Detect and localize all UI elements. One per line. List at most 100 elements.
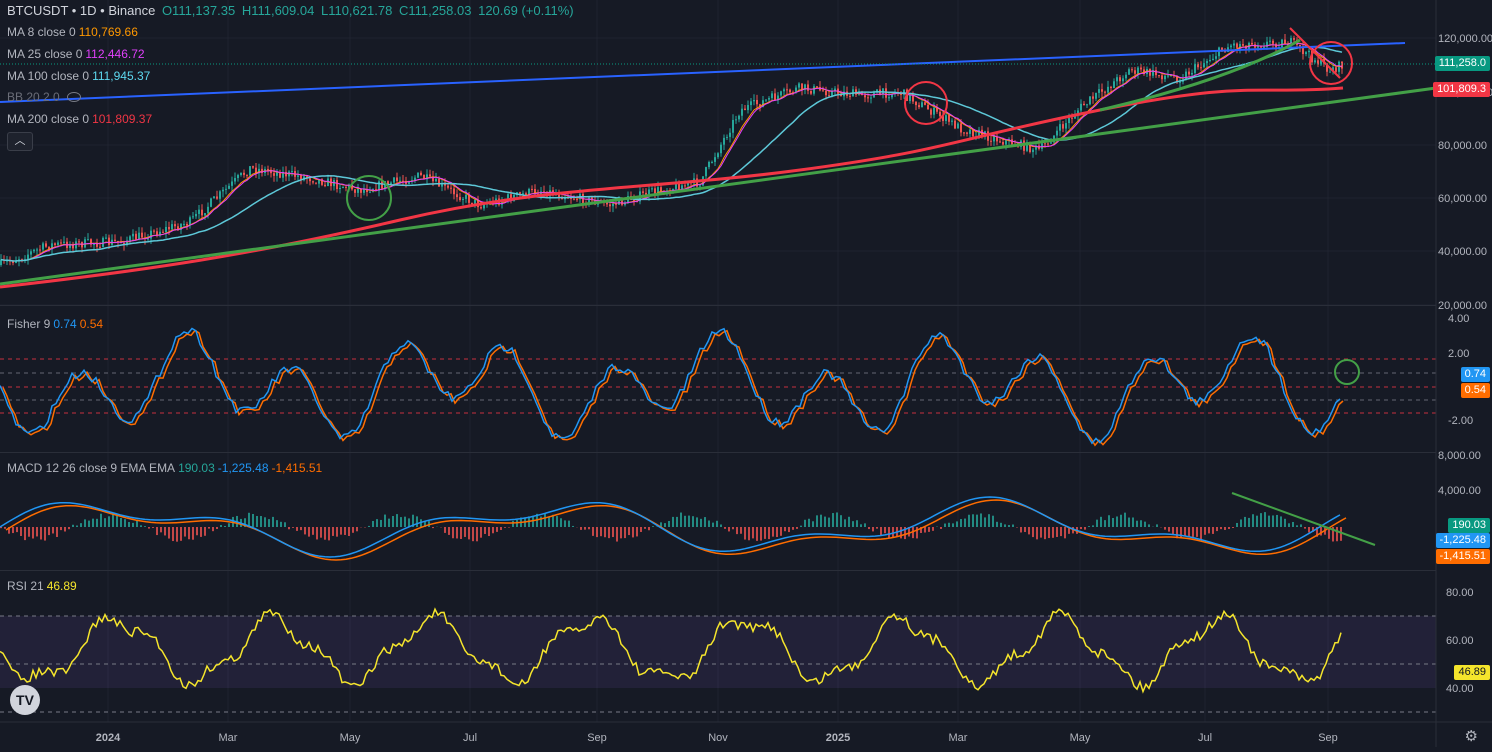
candle-body (1059, 124, 1061, 131)
ma25-legend[interactable]: MA 25 close 0112,446.72 (7, 47, 148, 61)
candle-body (336, 180, 338, 189)
candle-body (963, 132, 965, 133)
chevron-up-icon[interactable]: ︿ (7, 132, 33, 151)
macd-histogram-bar (860, 524, 862, 527)
chart-canvas[interactable]: 120,000.00100,000.0080,000.0060,000.0040… (0, 0, 1492, 747)
macd-histogram-bar (52, 527, 54, 533)
ma200-legend[interactable]: MA 200 close 0101,809.37 (7, 112, 155, 126)
candle-body (990, 141, 992, 142)
macd-histogram-bar (1164, 527, 1166, 530)
candle-body (918, 105, 920, 107)
macd-histogram-bar (56, 527, 58, 537)
candle-body (684, 185, 686, 186)
macd-histogram-bar (676, 517, 678, 527)
macd-value: -1,225.48 (218, 461, 269, 475)
macd-histogram-bar (220, 525, 222, 527)
macd-tag: -1,225.48 (1436, 533, 1490, 548)
candle-body (1251, 43, 1253, 44)
macd-histogram-bar (544, 514, 546, 527)
macd-histogram-bar (432, 527, 434, 528)
macd-histogram-bar (852, 521, 854, 527)
macd-histogram-bar (1204, 527, 1206, 535)
candle-body (309, 178, 311, 181)
macd-histogram-bar (1224, 527, 1226, 530)
candle-body (576, 199, 578, 200)
time-axis-label: Sep (587, 732, 607, 744)
candle-body (414, 178, 416, 181)
macd-histogram-bar (972, 514, 974, 527)
candle-body (1281, 40, 1283, 47)
macd-histogram-bar (104, 518, 106, 527)
macd-histogram-bar (356, 527, 358, 531)
macd-histogram-bar (1104, 520, 1106, 527)
candle-body (99, 247, 101, 248)
macd-histogram-bar (1012, 525, 1014, 527)
macd-signal-line (6, 500, 1346, 560)
chart-stage[interactable]: 120,000.00100,000.0080,000.0060,000.0040… (0, 0, 1492, 747)
macd-histogram-bar (292, 527, 294, 528)
macd-histogram-bar (1136, 521, 1138, 527)
ohlc-low: L110,621.78 (321, 3, 392, 18)
candle-body (1140, 68, 1142, 70)
macd-histogram-bar (376, 519, 378, 527)
bb-legend[interactable]: BB 20 2 0 (7, 90, 84, 104)
candle-body (297, 175, 299, 176)
candle-body (1155, 70, 1157, 75)
candle-body (1191, 73, 1193, 75)
ma8-legend[interactable]: MA 8 close 0110,769.66 (7, 25, 141, 39)
ma100-legend[interactable]: MA 100 close 0111,945.37 (7, 69, 153, 83)
macd-histogram-bar (964, 519, 966, 527)
rsi-legend[interactable]: RSI 2146.89 (7, 579, 80, 593)
macd-histogram-bar (1100, 517, 1102, 527)
pane-separator[interactable] (0, 305, 1436, 306)
macd-histogram-bar (1048, 527, 1050, 538)
macd-histogram-bar (644, 527, 646, 529)
macd-histogram-bar (168, 527, 170, 539)
candle-body (57, 242, 59, 244)
candle-body (1161, 75, 1163, 79)
tradingview-logo-icon[interactable]: TV (10, 685, 40, 715)
ohlc-high: H111,609.04 (242, 3, 315, 18)
macd-histogram-bar (632, 527, 634, 537)
macd-legend[interactable]: MACD 12 26 close 9 EMA EMA190.03-1,225.4… (7, 461, 325, 475)
macd-pane[interactable] (0, 493, 1375, 560)
macd-histogram-bar (812, 521, 814, 527)
candle-body (27, 255, 29, 260)
ohlc-close: C111,258.03 (399, 3, 472, 18)
macd-histogram-bar (72, 525, 74, 527)
candle-body (1098, 89, 1100, 93)
candle-body (102, 238, 104, 247)
macd-histogram-bar (840, 515, 842, 527)
candle-body (213, 196, 215, 198)
macd-histogram-bar (1144, 522, 1146, 527)
candle-body (642, 191, 644, 192)
candle-body (885, 88, 887, 97)
macd-histogram-bar (396, 514, 398, 527)
candle-body (237, 175, 239, 178)
pane-separator[interactable] (0, 570, 1436, 571)
macd-histogram-bar (1056, 527, 1058, 537)
gear-icon[interactable]: ⚙ (1465, 727, 1478, 745)
macd-histogram-bar (272, 517, 274, 527)
macd-histogram-bar (1220, 527, 1222, 529)
macd-histogram-bar (788, 527, 790, 532)
candle-body (465, 195, 467, 199)
fisher-legend[interactable]: Fisher 90.740.54 (7, 317, 106, 331)
macd-histogram-bar (876, 527, 878, 529)
macd-histogram-bar (1008, 525, 1010, 527)
macd-histogram-bar (952, 523, 954, 527)
macd-histogram-bar (652, 526, 654, 527)
candle-body (609, 204, 611, 206)
macd-histogram-bar (1000, 523, 1002, 527)
fisher-tag: 0.74 (1461, 367, 1490, 382)
macd-histogram-bar (212, 527, 214, 531)
candle-body (1134, 70, 1136, 74)
pane-separator[interactable] (0, 452, 1436, 453)
candle-body (30, 251, 32, 254)
candle-body (741, 109, 743, 116)
candle-body (210, 198, 212, 206)
macd-histogram-bar (1092, 525, 1094, 527)
ohlc-change: 120.69 (+0.11%) (478, 3, 574, 18)
symbol-title[interactable]: BTCUSDT • 1D • Binance (7, 3, 155, 18)
eye-hidden-icon[interactable] (67, 92, 81, 102)
